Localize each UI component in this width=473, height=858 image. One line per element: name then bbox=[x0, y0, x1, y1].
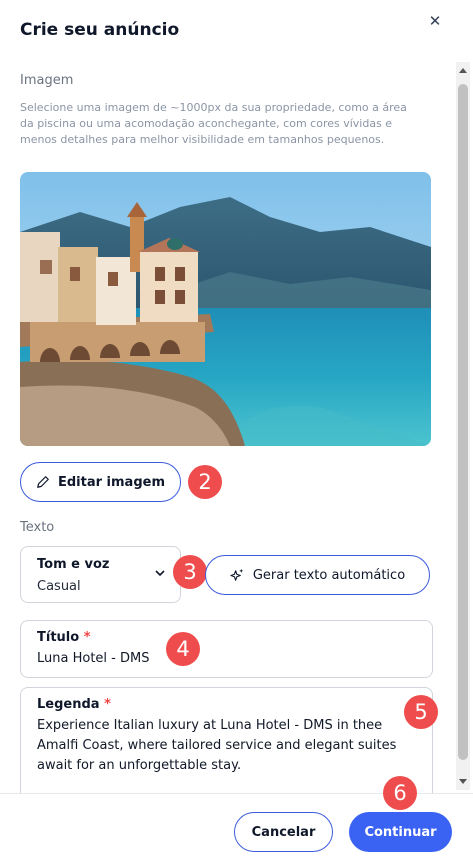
step-badge-2: 2 bbox=[188, 465, 222, 499]
tone-voice-value: Casual bbox=[37, 579, 81, 594]
tone-voice-label: Tom e voz bbox=[37, 557, 110, 572]
chevron-down-icon bbox=[155, 570, 165, 577]
scrollbar[interactable] bbox=[456, 62, 470, 790]
close-icon[interactable]: ✕ bbox=[424, 10, 446, 32]
generate-text-button[interactable]: Gerar texto automático bbox=[205, 555, 430, 595]
step-badge-6: 6 bbox=[383, 776, 417, 810]
caption-field[interactable]: Legenda * Experience Italian luxury at L… bbox=[20, 687, 433, 793]
tone-voice-select[interactable]: Tom e voz Casual bbox=[20, 546, 181, 603]
step-badge-3: 3 bbox=[173, 555, 207, 589]
scrollbar-thumb[interactable] bbox=[458, 84, 468, 760]
image-description: Selecione uma imagem de ~1000px da sua p… bbox=[20, 101, 407, 146]
scroll-down-arrow[interactable] bbox=[459, 779, 467, 784]
sparkles-icon bbox=[230, 568, 243, 581]
edit-image-label: Editar imagem bbox=[57, 474, 165, 490]
generate-text-label: Gerar texto automático bbox=[252, 567, 406, 583]
title-field-label: Título * bbox=[37, 630, 91, 645]
modal-body[interactable]: Imagem Selecione uma imagem de ~1000px d… bbox=[0, 60, 473, 793]
pencil-icon bbox=[37, 476, 49, 488]
scroll-up-arrow[interactable] bbox=[459, 68, 467, 73]
edit-image-button[interactable]: Editar imagem bbox=[20, 462, 181, 502]
title-field-value: Luna Hotel - DMS bbox=[37, 651, 150, 666]
cancel-button[interactable]: Cancelar bbox=[234, 812, 333, 852]
step-badge-5: 5 bbox=[404, 695, 438, 729]
image-section-label: Imagem bbox=[20, 73, 74, 88]
caption-field-value: Experience Italian luxury at Luna Hotel … bbox=[37, 718, 397, 773]
property-photo bbox=[20, 172, 431, 446]
caption-field-label: Legenda * bbox=[37, 697, 111, 712]
step-badge-4: 4 bbox=[166, 632, 200, 666]
modal-title: Crie seu anúncio bbox=[20, 20, 180, 40]
title-field[interactable]: Título * Luna Hotel - DMS bbox=[20, 620, 433, 678]
text-section-label: Texto bbox=[20, 520, 55, 535]
continue-button[interactable]: Continuar bbox=[349, 812, 452, 852]
